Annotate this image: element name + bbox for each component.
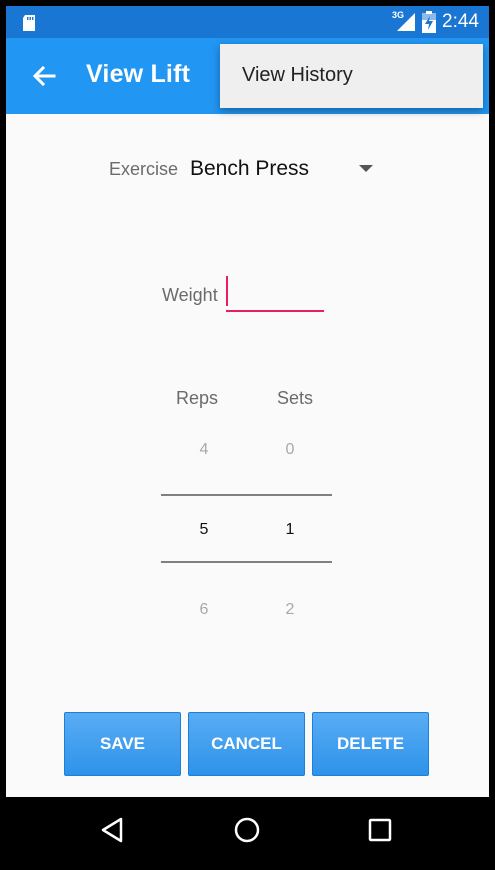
menu-item-view-history[interactable]: View History — [242, 64, 353, 87]
recents-square-icon[interactable] — [365, 815, 395, 845]
page-title: View Lift — [86, 60, 191, 88]
overflow-menu: View History — [220, 44, 483, 108]
status-bar: 3G 2:44 — [6, 6, 489, 38]
sets-value-selected: 1 — [285, 521, 295, 538]
navigation-bar — [6, 797, 489, 864]
sets-value-above[interactable]: 0 — [270, 441, 310, 459]
cancel-button[interactable]: CANCEL — [188, 712, 305, 776]
reps-value-selected: 5 — [199, 521, 209, 538]
back-arrow-icon[interactable] — [28, 60, 60, 92]
network-type: 3G — [392, 10, 405, 20]
weight-input[interactable] — [226, 274, 324, 312]
home-circle-icon[interactable] — [232, 815, 262, 845]
cursor-caret — [226, 276, 228, 306]
screen: 3G 2:44 View Lift View History Exercise … — [0, 0, 495, 870]
reps-value-below[interactable]: 6 — [184, 601, 224, 619]
back-triangle-icon[interactable] — [98, 815, 128, 845]
sets-value-below[interactable]: 2 — [270, 601, 310, 619]
weight-label: Weight — [162, 285, 218, 305]
save-button[interactable]: SAVE — [64, 712, 181, 776]
form-content: Exercise Bench Press Weight Reps Sets 4 … — [6, 114, 489, 797]
dropdown-arrow-icon[interactable] — [359, 165, 373, 172]
exercise-label: Exercise — [109, 159, 179, 179]
reps-label: Reps — [176, 388, 219, 408]
picker-divider-bottom — [161, 561, 332, 563]
battery-icon — [422, 11, 437, 33]
delete-button[interactable]: DELETE — [312, 712, 429, 776]
sd-card-icon — [23, 15, 35, 31]
exercise-value: Bench Press — [190, 157, 310, 180]
sets-label: Sets — [277, 388, 314, 408]
clock: 2:44 — [442, 11, 479, 32]
picker-divider-top — [161, 494, 332, 496]
reps-value-above[interactable]: 4 — [184, 441, 224, 459]
